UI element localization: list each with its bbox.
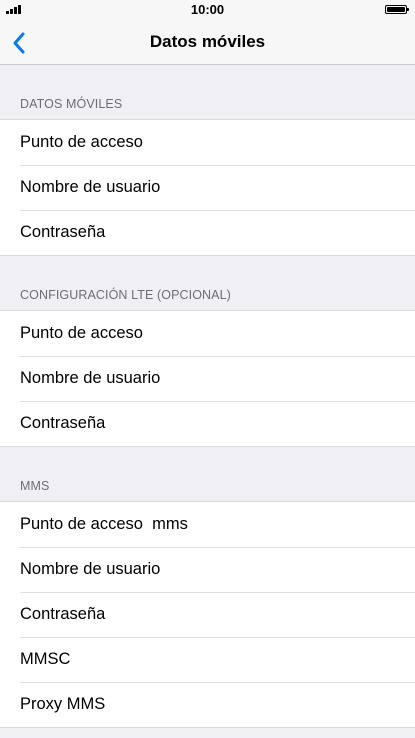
field-mms-contrasena[interactable]: Contraseña bbox=[0, 592, 415, 637]
battery-full-icon bbox=[385, 5, 409, 14]
field-nombre-de-usuario[interactable]: Nombre de usuario bbox=[0, 165, 415, 210]
field-label: Punto de acceso bbox=[20, 324, 143, 342]
section-datos-moviles: Punto de acceso Nombre de usuario Contra… bbox=[0, 119, 415, 256]
field-label: Nombre de usuario bbox=[20, 560, 161, 578]
field-lte-punto-de-acceso[interactable]: Punto de acceso bbox=[0, 311, 415, 356]
section-header-label: CONFIGURACIÓN LTE (OPCIONAL) bbox=[20, 288, 231, 302]
status-bar: 10:00 bbox=[0, 0, 415, 20]
field-lte-nombre-de-usuario[interactable]: Nombre de usuario bbox=[0, 356, 415, 401]
field-mms-punto-de-acceso[interactable]: Punto de acceso mms bbox=[0, 502, 415, 547]
field-label: Contraseña bbox=[20, 605, 106, 623]
section-header-label: MMS bbox=[20, 479, 50, 493]
field-label: MMSC bbox=[20, 650, 71, 668]
field-label: Contraseña bbox=[20, 223, 106, 241]
section-header-datos-moviles: DATOS MÓVILES bbox=[0, 65, 415, 119]
page-title: Datos móviles bbox=[149, 32, 266, 51]
field-mmsc[interactable]: MMSC bbox=[0, 637, 415, 682]
field-label: Punto de acceso mms bbox=[20, 515, 188, 533]
section-mms: Punto de acceso mms Nombre de usuario Co… bbox=[0, 501, 415, 728]
status-time: 10:00 bbox=[190, 2, 225, 17]
field-lte-contrasena[interactable]: Contraseña bbox=[0, 401, 415, 446]
section-header-label: DATOS MÓVILES bbox=[20, 97, 123, 111]
field-proxy-mms[interactable]: Proxy MMS bbox=[0, 682, 415, 727]
field-punto-de-acceso[interactable]: Punto de acceso bbox=[0, 120, 415, 165]
settings-list: DATOS MÓVILES Punto de acceso Nombre de … bbox=[0, 65, 415, 728]
field-label: Proxy MMS bbox=[20, 695, 106, 713]
field-label: Contraseña bbox=[20, 414, 106, 432]
field-label: Nombre de usuario bbox=[20, 178, 161, 196]
field-label: Nombre de usuario bbox=[20, 369, 161, 387]
navigation-bar: Datos móviles bbox=[0, 20, 415, 65]
field-label: Punto de acceso bbox=[20, 133, 143, 151]
field-contrasena[interactable]: Contraseña bbox=[0, 210, 415, 255]
section-header-lte: CONFIGURACIÓN LTE (OPCIONAL) bbox=[0, 256, 415, 310]
section-header-mms: MMS bbox=[0, 447, 415, 501]
section-lte: Punto de acceso Nombre de usuario Contra… bbox=[0, 310, 415, 447]
field-mms-nombre-de-usuario[interactable]: Nombre de usuario bbox=[0, 547, 415, 592]
